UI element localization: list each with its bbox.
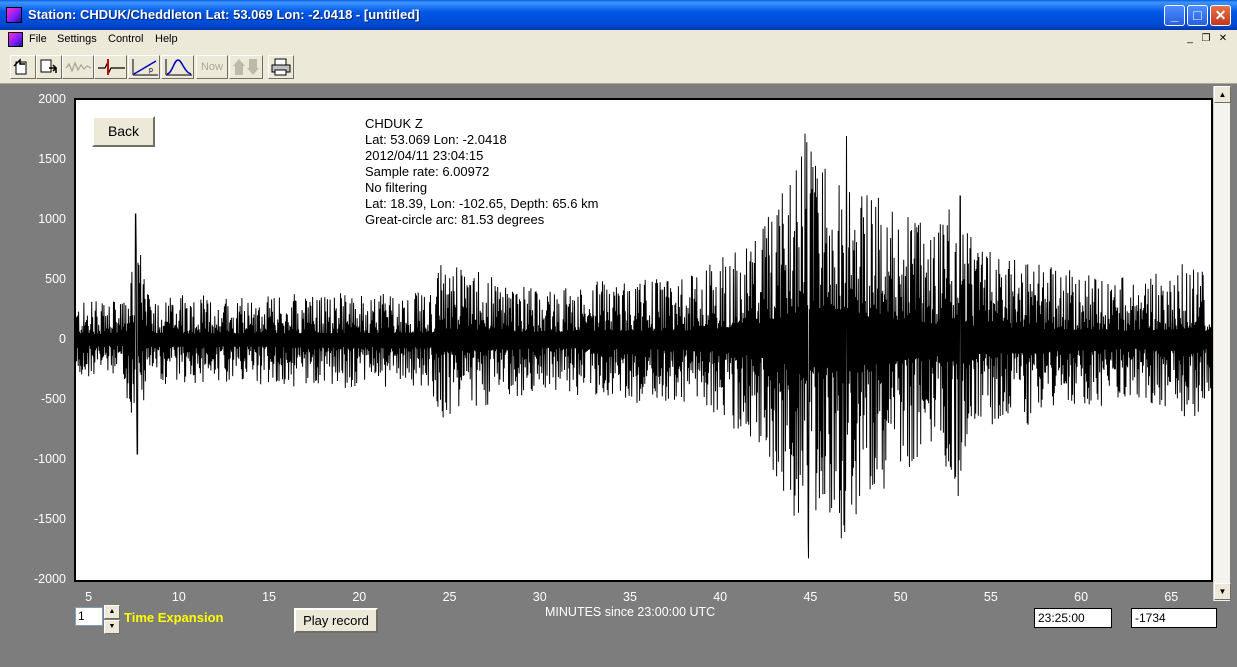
filter-tool-button[interactable] [161,55,194,79]
info-event-location: Lat: 18.39, Lon: -102.65, Depth: 65.6 km [365,196,599,211]
y-tick-label: 1500 [38,152,66,166]
y-tick-label: -1500 [34,512,66,526]
y-tick-label: 1000 [38,212,66,226]
open-file-button[interactable] [10,55,36,79]
time-expansion-input[interactable]: 1 [75,607,103,626]
play-record-button[interactable]: Play record [294,608,378,633]
mdi-restore-button[interactable]: ❐ [1199,33,1213,46]
printer-icon [271,58,291,76]
x-axis-title: MINUTES since 23:00:00 UTC [545,605,716,619]
linear-plot-icon: p [132,59,158,76]
x-tick-label: 35 [623,590,637,604]
bell-curve-icon [165,59,192,76]
time-expansion-label: Time Expansion [124,610,224,625]
svg-text:p: p [149,67,153,74]
x-tick-label: 5 [85,590,93,604]
scale-up-down-button[interactable] [229,55,263,79]
info-sample-rate: Sample rate: 6.00972 [365,164,490,179]
scroll-down-arrow-icon[interactable]: ▼ [1214,583,1231,600]
info-datetime: 2012/04/11 23:04:15 [365,148,484,163]
menu-file[interactable]: File [29,33,47,45]
menu-help[interactable]: Help [155,33,178,45]
now-button[interactable]: Now [196,55,228,79]
vertical-scrollbar[interactable]: ▲ ▼ [1213,86,1231,601]
scroll-up-arrow-icon[interactable]: ▲ [1214,86,1231,103]
y-tick-label: 500 [45,272,66,286]
x-tick-label: 25 [442,590,457,604]
save-file-icon [40,59,58,73]
print-button[interactable] [268,55,294,79]
spin-down-arrow-icon[interactable]: ▼ [104,620,120,634]
menu-control[interactable]: Control [108,33,143,45]
x-tick-label: 55 [983,590,998,604]
trace-info: CHDUK Z Lat: 53.069 Lon: -2.0418 2012/04… [365,116,598,228]
y-tick-label: -500 [40,392,66,406]
app-window: Station: CHDUK/Cheddleton Lat: 53.069 Lo… [0,0,1237,667]
title-bar[interactable]: Station: CHDUK/Cheddleton Lat: 53.069 Lo… [0,0,1237,30]
pick-cursor-icon [98,59,125,75]
save-file-button[interactable] [36,55,62,79]
app-icon[interactable] [6,7,22,23]
toolbar: p Now [0,50,1237,84]
info-station: CHDUK Z [365,116,423,131]
info-filtering: No filtering [365,180,428,195]
x-tick-label: 30 [532,590,547,604]
seismogram-trace [76,133,1211,559]
waveform-icon [65,61,92,73]
seismogram-canvas [76,133,1211,559]
waveform-tool-button[interactable] [62,55,94,79]
maximize-button[interactable]: □ [1187,5,1208,26]
y-tick-label: -1000 [34,452,66,466]
close-button[interactable]: ✕ [1210,5,1231,26]
x-tick-label: 40 [713,590,728,604]
spectrum-tool-button[interactable]: p [128,55,160,79]
mdi-minimize-button[interactable]: _ [1183,33,1197,46]
y-tick-label: 2000 [38,92,66,106]
seismogram-plot[interactable] [74,98,1213,582]
cursor-value-field[interactable]: -1734 [1131,608,1217,628]
info-great-circle: Great-circle arc: 81.53 degrees [365,212,545,227]
up-down-arrows-icon [233,59,259,75]
x-tick-label: 10 [171,590,186,604]
cursor-time-field[interactable]: 23:25:00 [1034,608,1112,628]
open-file-icon [13,58,27,75]
pick-tool-button[interactable] [94,55,127,79]
spin-up-arrow-icon[interactable]: ▲ [104,605,120,619]
x-tick-label: 15 [262,590,277,604]
x-tick-label: 20 [352,590,367,604]
minimize-button[interactable]: _ [1164,5,1185,26]
mdi-close-button[interactable]: ✕ [1216,33,1230,46]
back-button[interactable]: Back [92,116,155,147]
window-title: Station: CHDUK/Cheddleton Lat: 53.069 Lo… [28,7,420,22]
info-station-location: Lat: 53.069 Lon: -2.0418 [365,132,507,147]
y-tick-label: 0 [59,332,66,346]
menu-settings[interactable]: Settings [57,33,97,45]
document-icon[interactable] [8,32,23,47]
x-tick-label: 60 [1074,590,1089,604]
y-tick-label: -2000 [34,572,66,586]
x-tick-label: 45 [803,590,818,604]
x-tick-label: 65 [1164,590,1179,604]
menu-bar: File Settings Control Help _ ❐ ✕ [0,30,1237,50]
x-tick-label: 50 [893,590,908,604]
